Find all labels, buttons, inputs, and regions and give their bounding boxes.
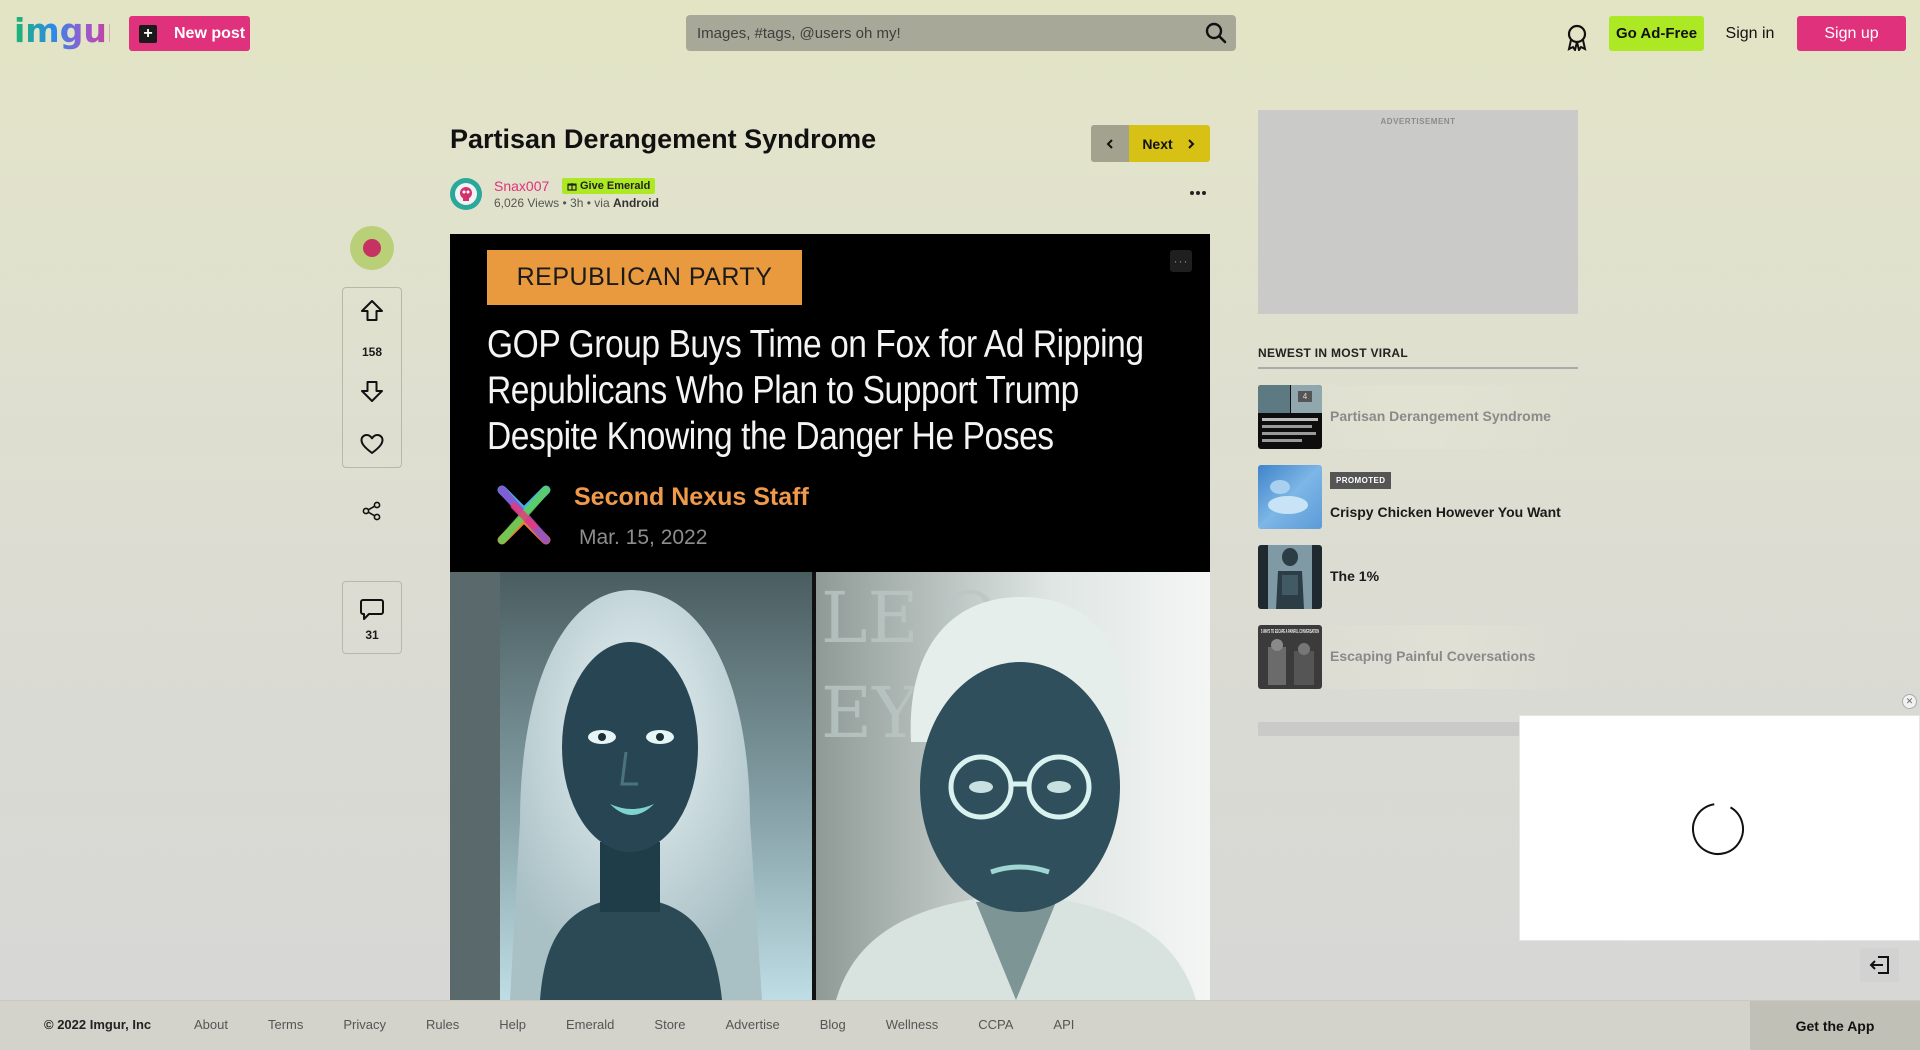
downvote-icon[interactable]	[358, 378, 386, 404]
footer: © 2022 Imgur, Inc About Terms Privacy Ru…	[0, 1000, 1920, 1050]
sidebar-post-title: Crispy Chicken However You Want	[1330, 504, 1561, 520]
author-avatar[interactable]	[450, 178, 482, 210]
upvote-icon[interactable]	[358, 298, 386, 324]
post-thumbnail	[1258, 465, 1322, 529]
source-name: Second Nexus Staff	[574, 483, 809, 511]
footer-link-store[interactable]: Store	[654, 1017, 685, 1032]
share-icon[interactable]	[361, 500, 383, 522]
comment-count: 31	[365, 628, 379, 642]
get-the-app-button[interactable]: Get the App	[1750, 1001, 1920, 1050]
footer-link-help[interactable]: Help	[499, 1017, 526, 1032]
new-post-label: New post	[174, 24, 246, 42]
search-input[interactable]	[686, 15, 1196, 51]
post-meta: 6,026 Views • 3h • via Android	[494, 196, 659, 210]
emerald-button[interactable]	[350, 226, 394, 270]
give-emerald-label: Give Emerald	[580, 180, 651, 192]
logo-text: imgur	[14, 14, 110, 50]
chevron-left-icon	[1106, 138, 1113, 149]
sidebar-post-item[interactable]: The 1%	[1258, 545, 1578, 609]
footer-link-terms[interactable]: Terms	[268, 1017, 303, 1032]
ad-label: ADVERTISEMENT	[1380, 117, 1456, 126]
plus-icon: +	[139, 24, 157, 43]
vote-count: 158	[361, 345, 383, 359]
via-platform: Android	[612, 196, 659, 210]
author-name[interactable]: Snax007	[494, 178, 549, 194]
post-thumbnail: 5 WAYS TO ESCAPE A PAINFUL CONVERSATION	[1258, 625, 1322, 689]
sign-up-button[interactable]: Sign up	[1797, 16, 1906, 51]
gift-icon	[567, 183, 577, 191]
sign-in-link[interactable]: Sign in	[1716, 16, 1784, 51]
post-image[interactable]: ··· REPUBLICAN PARTY GOP Group Buys Time…	[450, 234, 1210, 1000]
via-prefix: via	[594, 196, 610, 210]
sidebar-placeholder	[1258, 722, 1528, 736]
source-date: Mar. 15, 2022	[579, 526, 708, 549]
exit-icon	[1869, 956, 1889, 974]
view-count: 6,026 Views	[494, 196, 560, 210]
advertisement[interactable]: ADVERTISEMENT	[1258, 110, 1578, 314]
source-logo-icon	[497, 485, 551, 545]
footer-link-blog[interactable]: Blog	[820, 1017, 846, 1032]
close-icon[interactable]: ✕	[1902, 694, 1917, 709]
badge-icon[interactable]	[1564, 23, 1590, 51]
copyright: © 2022 Imgur, Inc	[44, 1017, 152, 1032]
sidebar-post-item[interactable]: 4 Partisan Derangement Syndrome	[1258, 385, 1578, 449]
imgur-logo[interactable]: imgur	[14, 14, 110, 50]
spinner-icon	[1692, 803, 1744, 855]
footer-link-ccpa[interactable]: CCPA	[978, 1017, 1013, 1032]
video-player[interactable]	[1519, 715, 1920, 941]
next-button[interactable]: Next	[1129, 125, 1210, 162]
exit-button[interactable]	[1860, 948, 1899, 982]
go-ad-free-button[interactable]: Go Ad-Free	[1609, 16, 1704, 51]
divider	[1258, 367, 1578, 369]
give-emerald-button[interactable]: Give Emerald	[562, 178, 656, 194]
party-tag: REPUBLICAN PARTY	[487, 250, 802, 305]
more-icon[interactable]	[1188, 186, 1208, 200]
search-bar	[686, 15, 1236, 51]
post-title: Partisan Derangement Syndrome	[450, 124, 877, 154]
thumbnail-text: 5 WAYS TO ESCAPE A PAINFUL CONVERSATION	[1261, 629, 1319, 635]
sidebar-post-title: The 1%	[1330, 568, 1380, 584]
promoted-badge: PROMOTED	[1330, 472, 1392, 489]
footer-link-privacy[interactable]: Privacy	[343, 1017, 386, 1032]
image-more-icon[interactable]: ···	[1170, 250, 1192, 272]
svg-text:EY: EY	[821, 672, 919, 754]
previous-button[interactable]	[1091, 125, 1129, 162]
sidebar-post-title: Escaping Painful Coversations	[1330, 648, 1536, 664]
photo-woman	[450, 572, 812, 1000]
footer-link-about[interactable]: About	[194, 1017, 228, 1032]
post-age: 3h	[570, 196, 584, 210]
heart-icon[interactable]	[358, 431, 386, 457]
post-thumbnail: 4	[1258, 385, 1322, 449]
footer-link-advertise[interactable]: Advertise	[726, 1017, 780, 1032]
comment-icon[interactable]	[358, 596, 386, 622]
footer-link-emerald[interactable]: Emerald	[566, 1017, 614, 1032]
footer-link-wellness[interactable]: Wellness	[886, 1017, 939, 1032]
footer-link-api[interactable]: API	[1053, 1017, 1074, 1032]
sidebar-post-item[interactable]: 5 WAYS TO ESCAPE A PAINFUL CONVERSATION …	[1258, 625, 1578, 689]
sidebar-heading: NEWEST IN MOST VIRAL	[1258, 346, 1408, 360]
post-navigation: Next	[1091, 125, 1210, 162]
item-count: 4	[1303, 392, 1308, 401]
photo-man: LE O EY	[816, 572, 1210, 1000]
footer-links: About Terms Privacy Rules Help Emerald S…	[194, 1017, 1114, 1032]
chevron-right-icon	[1187, 138, 1195, 149]
new-post-button[interactable]: + New post	[129, 16, 250, 51]
article-headline: GOP Group Buys Time on Fox for Ad Rippin…	[487, 323, 1144, 458]
search-icon[interactable]	[1196, 15, 1236, 51]
emerald-gem-icon	[363, 239, 381, 257]
next-label: Next	[1142, 135, 1173, 152]
post-thumbnail	[1258, 545, 1322, 609]
footer-link-rules[interactable]: Rules	[426, 1017, 459, 1032]
sidebar-post-title: Partisan Derangement Syndrome	[1330, 408, 1551, 424]
sidebar-post-item[interactable]: PROMOTED Crispy Chicken However You Want	[1258, 465, 1578, 529]
